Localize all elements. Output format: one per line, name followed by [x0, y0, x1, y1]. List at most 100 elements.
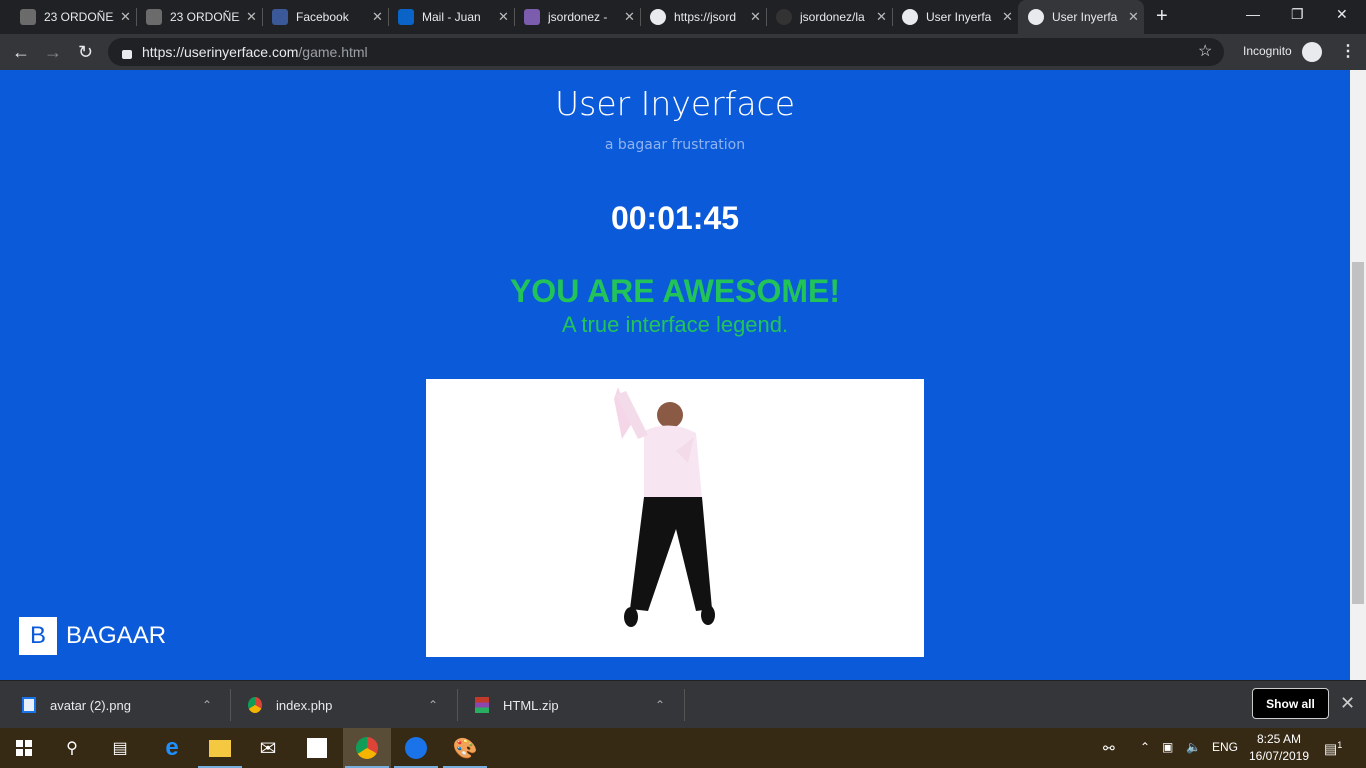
- tab[interactable]: jsordonez/la ✕: [766, 0, 892, 34]
- clock[interactable]: 8:25 AM 16/07/2019: [1248, 731, 1310, 765]
- close-tab-icon[interactable]: ✕: [246, 9, 257, 25]
- volume-icon[interactable]: 🔈: [1186, 740, 1201, 754]
- dancing-man-image: [426, 379, 924, 657]
- windows-icon: [16, 740, 32, 756]
- date: 16/07/2019: [1248, 749, 1310, 763]
- people-icon[interactable]: ⚯: [1103, 740, 1115, 757]
- network-icon[interactable]: ▣: [1162, 740, 1173, 754]
- tab-label: https://jsord: [674, 10, 737, 24]
- forward-button[interactable]: →: [44, 42, 62, 63]
- url-host: https://userinyerface.com: [142, 44, 299, 60]
- tab-label: jsordonez -: [548, 10, 608, 24]
- downloads-bar: avatar (2).png ⌃ index.php ⌃ HTML.zip ⌃ Sho…: [0, 680, 1366, 728]
- bookmark-star-icon[interactable]: ☆: [1198, 41, 1212, 61]
- globe-icon: [650, 9, 666, 25]
- tab-label: Facebook: [296, 10, 349, 24]
- close-tab-icon[interactable]: ✕: [876, 9, 887, 25]
- heroku-icon: [524, 9, 540, 25]
- edge-icon[interactable]: e: [148, 728, 196, 768]
- close-tab-icon[interactable]: ✕: [750, 9, 761, 25]
- notification-count: 1: [1337, 740, 1343, 750]
- tab-label: 23 ORDOÑEZ: [44, 10, 114, 24]
- download-item[interactable]: HTML.zip ⌃: [475, 681, 665, 729]
- globe-icon: [902, 9, 918, 25]
- facebook-icon: [272, 9, 288, 25]
- page-scrollbar[interactable]: [1350, 70, 1366, 680]
- close-tab-icon[interactable]: ✕: [624, 9, 635, 25]
- success-headline: YOU ARE AWESOME!: [509, 273, 841, 309]
- close-tab-icon[interactable]: ✕: [1128, 9, 1139, 25]
- download-item[interactable]: index.php ⌃: [248, 681, 438, 729]
- close-downloads-icon[interactable]: ✕: [1340, 693, 1355, 714]
- download-name: HTML.zip: [503, 697, 559, 713]
- page-subtitle: a bagaar frustration: [604, 137, 746, 153]
- outlook-icon: [398, 9, 414, 25]
- tab-label: jsordonez/la: [800, 10, 865, 24]
- minimize-button[interactable]: —: [1246, 6, 1260, 22]
- winrar-icon: [475, 697, 489, 713]
- back-button[interactable]: ←: [12, 42, 30, 63]
- page-title: User Inyerface: [554, 84, 796, 123]
- close-window-button[interactable]: ✕: [1336, 6, 1348, 23]
- github-icon: [776, 9, 792, 25]
- chevron-up-icon[interactable]: ⌃: [428, 698, 438, 712]
- bagaar-logo[interactable]: B BAGAAR: [19, 617, 166, 655]
- close-tab-icon[interactable]: ✕: [1002, 9, 1013, 25]
- success-tagline: A true interface legend.: [561, 312, 789, 337]
- tab-label: 23 ORDOÑEZ: [170, 10, 240, 24]
- chrome-taskbar-icon[interactable]: [343, 728, 391, 768]
- mail-icon[interactable]: ✉: [244, 728, 292, 768]
- address-bar[interactable]: https://userinyerface.com/game.html: [108, 38, 1224, 66]
- windows-taskbar: ⚲ ▤ e ✉ 🎨 ⚯ ⌃ ▣ 🔈 ENG 8:25 AM 16/07/2019 …: [0, 728, 1366, 768]
- tab[interactable]: 23 ORDOÑEZ ✕: [10, 0, 136, 34]
- scrollbar-thumb[interactable]: [1352, 262, 1364, 604]
- menu-icon[interactable]: ⋮: [1340, 41, 1356, 61]
- store-icon[interactable]: [293, 728, 341, 768]
- timer: 00:01:45: [610, 200, 740, 236]
- url-path: /game.html: [298, 44, 368, 60]
- tab[interactable]: Mail - Juan ✕: [388, 0, 514, 34]
- globe-icon: [1028, 9, 1044, 25]
- trello-icon: [20, 9, 36, 25]
- tab[interactable]: jsordonez - ✕: [514, 0, 640, 34]
- divider: [457, 689, 458, 721]
- chrome-icon: [248, 697, 262, 713]
- user-inyerface-logo: [610, 70, 740, 74]
- show-all-button[interactable]: Show all: [1252, 688, 1329, 719]
- browser-toolbar: ← → ↻ https://userinyerface.com/game.htm…: [0, 34, 1366, 70]
- notifications-icon[interactable]: ▤1: [1324, 740, 1342, 758]
- chevron-up-icon[interactable]: ⌃: [202, 698, 212, 712]
- restore-button[interactable]: ❐: [1291, 6, 1304, 23]
- task-view-icon[interactable]: ▤: [96, 728, 144, 768]
- trello-icon: [146, 9, 162, 25]
- tab[interactable]: Facebook ✕: [262, 0, 388, 34]
- paint-icon[interactable]: 🎨: [441, 728, 489, 768]
- bagaar-letter: B: [19, 617, 57, 655]
- download-name: index.php: [276, 697, 333, 713]
- incognito-icon[interactable]: [1302, 42, 1322, 62]
- chevron-up-icon[interactable]: ⌃: [655, 698, 665, 712]
- download-item[interactable]: avatar (2).png ⌃: [22, 681, 212, 729]
- close-tab-icon[interactable]: ✕: [120, 9, 131, 25]
- bagaar-name: BAGAAR: [66, 622, 167, 649]
- incognito-label: Incognito: [1243, 44, 1292, 58]
- start-button[interactable]: [0, 728, 48, 768]
- tab[interactable]: https://jsord ✕: [640, 0, 766, 34]
- tab-strip: 23 ORDOÑEZ ✕ 23 ORDOÑEZ ✕ Facebook ✕ Mail - Ju…: [0, 0, 1366, 34]
- tab[interactable]: User Inyerfa ✕: [892, 0, 1018, 34]
- maps-icon[interactable]: [392, 728, 440, 768]
- language-indicator[interactable]: ENG: [1212, 740, 1238, 754]
- tab[interactable]: User Inyerfa ✕: [1018, 0, 1144, 34]
- close-tab-icon[interactable]: ✕: [372, 9, 383, 25]
- reload-button[interactable]: ↻: [78, 42, 93, 63]
- lock-icon: [122, 49, 132, 59]
- game-page: User Inyerface a bagaar frustration 00:0…: [0, 70, 1350, 680]
- divider: [684, 689, 685, 721]
- time: 8:25 AM: [1256, 732, 1302, 746]
- tab[interactable]: 23 ORDOÑEZ ✕: [136, 0, 262, 34]
- show-hidden-icons[interactable]: ⌃: [1140, 740, 1150, 754]
- file-explorer-icon[interactable]: [196, 728, 244, 768]
- close-tab-icon[interactable]: ✕: [498, 9, 509, 25]
- search-icon[interactable]: ⚲: [48, 728, 96, 768]
- new-tab-button[interactable]: +: [1156, 5, 1168, 28]
